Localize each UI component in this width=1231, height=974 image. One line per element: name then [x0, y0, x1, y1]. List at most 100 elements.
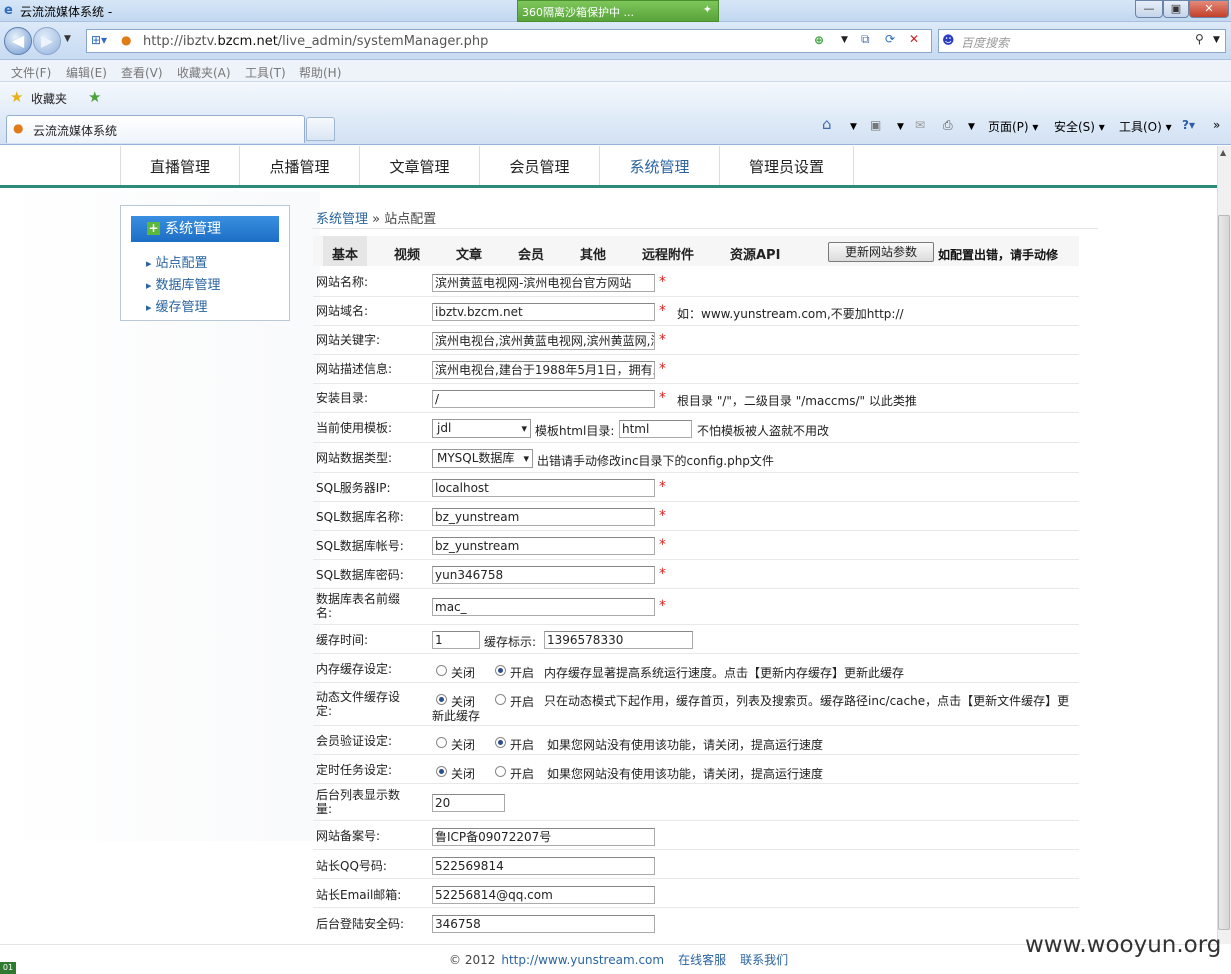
tools-menu[interactable]: 工具(O) ▾ [1119, 118, 1172, 135]
radio-member-verify-off[interactable] [436, 737, 447, 748]
tab-member[interactable]: 会员 [518, 244, 544, 263]
print-dropdown-icon[interactable]: ▼ [968, 122, 975, 132]
stop-icon[interactable]: ✕ [909, 32, 919, 46]
nav-live[interactable]: 直播管理 [120, 146, 239, 185]
sidebar-header[interactable]: + 系统管理 [131, 216, 279, 242]
input-cache-flag[interactable]: 1396578330 [544, 631, 693, 649]
menu-tools[interactable]: 工具(T) [245, 64, 286, 81]
input-qq[interactable]: 522569814 [432, 857, 655, 875]
menu-favorites[interactable]: 收藏夹(A) [177, 64, 231, 81]
tab-basic[interactable]: 基本 [332, 244, 358, 263]
feeds-dropdown-icon[interactable]: ▼ [897, 122, 904, 132]
input-site-name[interactable]: 滨州黄蓝电视网-滨州电视台官方网站 [432, 274, 655, 292]
menu-file[interactable]: 文件(F) [11, 64, 51, 81]
radio-member-verify-on[interactable] [495, 737, 506, 748]
footer-link-service[interactable]: 在线客服 [678, 953, 726, 967]
input-table-prefix[interactable]: mac_ [432, 598, 655, 616]
safety-menu[interactable]: 安全(S) ▾ [1054, 118, 1105, 135]
input-sql-pass[interactable]: yun346758 [432, 566, 655, 584]
browser-tab[interactable]: ● 云流流媒体系统 [6, 115, 305, 143]
required-star: * [659, 390, 666, 406]
compat-icon[interactable]: ⊞▾ [91, 33, 107, 47]
sidebar-item-database[interactable]: 数据库管理 [146, 274, 221, 293]
new-tab-button[interactable] [306, 117, 335, 141]
sandbox-pin-icon[interactable]: ✦ [703, 3, 712, 16]
home-dropdown-icon[interactable]: ▼ [850, 122, 857, 132]
help-icon[interactable]: ?▾ [1182, 118, 1195, 132]
input-sql-db[interactable]: bz_yunstream [432, 508, 655, 526]
compat-view-icon[interactable]: ⧉ [861, 32, 870, 47]
footer-link-site[interactable]: http://www.yunstream.com [501, 953, 664, 967]
radio-file-cache-off[interactable] [436, 694, 447, 705]
feeds-icon[interactable]: ▣ [870, 118, 881, 132]
tab-favicon: ● [13, 121, 24, 135]
input-template-dir[interactable]: html [619, 420, 692, 438]
input-site-domain[interactable]: ibztv.bzcm.net [432, 303, 655, 321]
history-dropdown-icon[interactable]: ▼ [64, 34, 71, 44]
refresh-icon[interactable]: ⟳ [885, 32, 895, 46]
tab-remote-attachment[interactable]: 远程附件 [642, 244, 694, 263]
forward-button[interactable]: ▶ [33, 27, 61, 55]
tab-article[interactable]: 文章 [456, 244, 482, 263]
search-dropdown-icon[interactable]: ▼ [1213, 35, 1220, 45]
print-icon[interactable]: ⎙ [943, 118, 953, 133]
close-window-button[interactable]: ✕ [1189, 0, 1229, 18]
nav-system[interactable]: 系统管理 [599, 146, 719, 185]
more-chevron-icon[interactable]: » [1213, 118, 1220, 132]
nav-admin[interactable]: 管理员设置 [719, 146, 854, 185]
input-login-code[interactable]: 346758 [432, 915, 655, 933]
input-email[interactable]: 52256814@qq.com [432, 886, 655, 904]
radio-mem-cache-on[interactable] [495, 665, 506, 676]
radio-cron-off[interactable] [436, 766, 447, 777]
breadcrumb-parent[interactable]: 系统管理 [316, 212, 368, 227]
footer-link-contact[interactable]: 联系我们 [740, 953, 788, 967]
url-text[interactable]: http://ibztv.bzcm.net/live_admin/systemM… [143, 34, 488, 49]
address-dropdown-icon[interactable]: ▼ [841, 35, 848, 45]
favorites-star-icon[interactable]: ★ [10, 88, 23, 106]
page-menu[interactable]: 页面(P) ▾ [988, 118, 1038, 135]
sidebar-item-cache[interactable]: 缓存管理 [146, 296, 208, 315]
required-star: * [659, 566, 666, 582]
radio-cron-on[interactable] [495, 766, 506, 777]
menu-edit[interactable]: 编辑(E) [66, 64, 107, 81]
nav-vod[interactable]: 点播管理 [239, 146, 359, 185]
input-sql-ip[interactable]: localhost [432, 479, 655, 497]
input-sql-user[interactable]: bz_yunstream [432, 537, 655, 555]
tab-resource-api[interactable]: 资源API [730, 244, 780, 263]
radio-mem-cache-off[interactable] [436, 665, 447, 676]
minimize-button[interactable]: — [1135, 0, 1163, 18]
input-icp[interactable]: 鲁ICP备09072207号 [432, 828, 655, 846]
sandbox-text: 360隔离沙箱保护中 ... [522, 6, 634, 19]
home-icon[interactable]: ⌂ [822, 115, 832, 133]
input-description[interactable]: 滨州电视台,建台于1988年5月1日，拥有三 [432, 361, 655, 379]
nav-members[interactable]: 会员管理 [479, 146, 599, 185]
tab-video[interactable]: 视频 [394, 244, 420, 263]
label-cache-time: 缓存时间: [316, 633, 369, 647]
input-keywords[interactable]: 滨州电视台,滨州黄蓝电视网,滨州黄蓝网,滨 [432, 332, 655, 350]
menu-help[interactable]: 帮助(H) [299, 64, 341, 81]
select-template[interactable]: jdl [432, 419, 531, 438]
scroll-up-icon[interactable]: ▲ [1220, 148, 1226, 157]
favorites-button[interactable]: 收藏夹 [31, 90, 67, 107]
tab-other[interactable]: 其他 [580, 244, 606, 263]
address-bar[interactable]: ⊞▾ ● http://ibztv.bzcm.net/live_admin/sy… [86, 29, 932, 53]
maximize-button[interactable]: ▣ [1163, 0, 1189, 18]
add-favorite-icon[interactable]: ★ [88, 88, 101, 106]
back-button[interactable]: ◀ [4, 27, 32, 55]
search-input[interactable]: 百度搜索 [961, 34, 1009, 51]
search-icon[interactable]: ⚲ [1195, 32, 1204, 46]
sandbox-banner: 360隔离沙箱保护中 ... ✦ [517, 0, 719, 22]
sidebar-item-site-config[interactable]: 站点配置 [146, 252, 208, 271]
input-install-dir[interactable]: / [432, 390, 655, 408]
input-list-count[interactable]: 20 [432, 794, 505, 812]
input-cache-time[interactable]: 1 [432, 631, 480, 649]
select-db-type[interactable]: MYSQL数据库 [432, 449, 533, 468]
nav-articles[interactable]: 文章管理 [359, 146, 479, 185]
radio-file-cache-on[interactable] [495, 694, 506, 705]
search-box[interactable]: ☻ 百度搜索 ⚲ ▼ [938, 29, 1226, 53]
360-icon[interactable]: ⊕ [814, 33, 824, 47]
update-site-params-button[interactable]: 更新网站参数 [828, 242, 934, 262]
mail-icon[interactable]: ✉ [915, 118, 925, 132]
menu-view[interactable]: 查看(V) [121, 64, 163, 81]
scrollbar-thumb[interactable] [1218, 215, 1230, 930]
